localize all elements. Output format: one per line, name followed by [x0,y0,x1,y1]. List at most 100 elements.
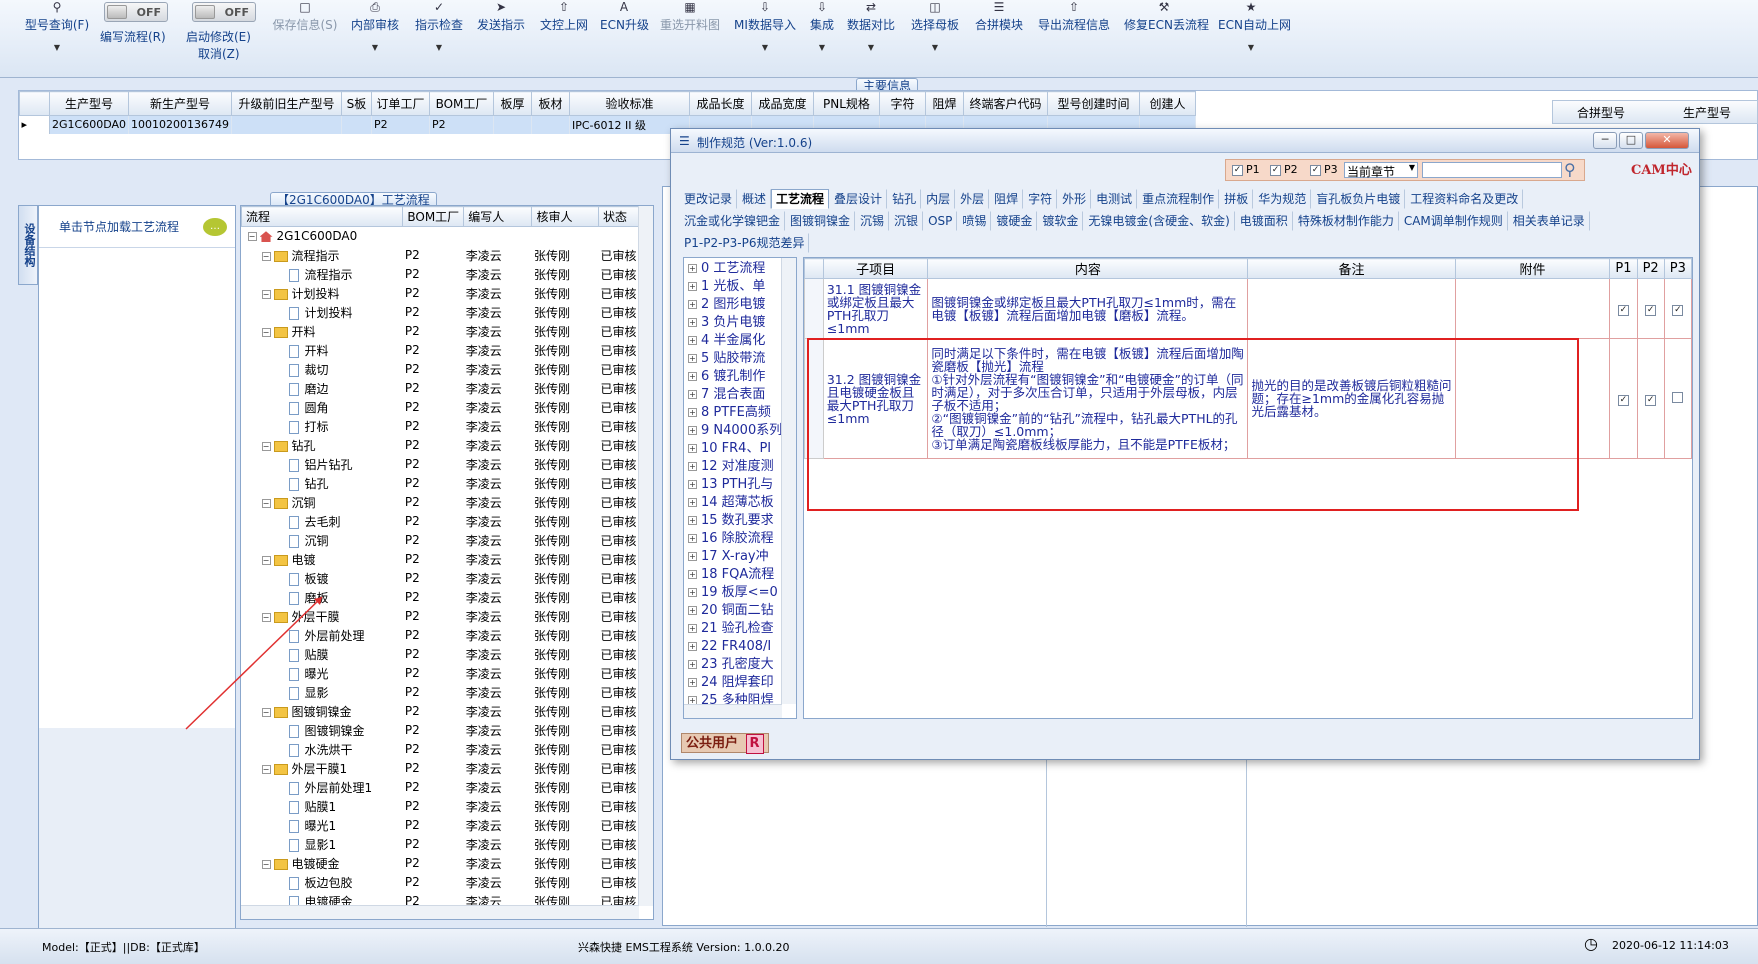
tree-node[interactable]: 流程指示 [242,265,403,284]
tree-node[interactable]: 计划投料 [242,303,403,322]
chapter-hscroll[interactable] [684,704,782,718]
col-content[interactable]: 内容 [927,258,1249,279]
info-col-header[interactable]: 订单工厂 [370,91,430,116]
tree-node[interactable]: 开料 [242,341,403,360]
info-col-header[interactable]: 板材 [530,91,570,116]
search-icon[interactable]: ⚲ [1564,160,1576,179]
p3-checkbox[interactable]: ✓ [1672,305,1684,316]
tree-node[interactable]: − 2G1C600DA0 [242,227,403,246]
tree-row[interactable]: − 钻孔 P2 李凌云 张传刚 已审核 [242,436,639,455]
tab-相关表单记录[interactable]: 相关表单记录 [1508,211,1590,231]
tree-row[interactable]: 铝片钻孔 P2 李凌云 张传刚 已审核 [242,455,639,474]
internal-review-button[interactable]: ⎙ 内部审核 ▼ [350,0,400,66]
tree-node[interactable]: 磨边 [242,379,403,398]
tree-row[interactable]: 贴膜1 P2 李凌云 张传刚 已审核 [242,797,639,816]
info-col-header[interactable]: BOM工厂 [428,91,494,116]
chapter-item[interactable]: +2 图形电镀 [684,296,796,314]
info-col-header[interactable]: 验收标准 [568,91,690,116]
tree-node[interactable]: 钻孔 [242,474,403,493]
expand-icon[interactable]: + [688,318,697,327]
tab-盲孔板负片电镀[interactable]: 盲孔板负片电镀 [1311,189,1406,209]
collapse-icon[interactable]: − [261,859,271,869]
tab-电测试[interactable]: 电测试 [1091,189,1138,209]
p1-filter-checkbox[interactable]: ✓ [1232,165,1243,176]
col-reviewer[interactable]: 核审人 [531,206,599,227]
tree-row[interactable]: 圆角 P2 李凌云 张传刚 已审核 [242,398,639,417]
chapter-item[interactable]: +18 FQA流程 [684,566,796,584]
chapter-item[interactable]: +21 验孔检查 [684,620,796,638]
tab-镀硬金[interactable]: 镀硬金 [991,211,1038,231]
expand-icon[interactable]: + [688,336,697,345]
maximize-button[interactable]: □ [1619,132,1643,149]
ecn-auto-upload-button[interactable]: ★ ECN自动上网 ▼ [1218,0,1291,66]
tab-沉金或化学镍钯金[interactable]: 沉金或化学镍钯金 [679,211,786,231]
expand-icon[interactable]: + [688,660,697,669]
tab-工程资料命名及更改[interactable]: 工程资料命名及更改 [1405,189,1524,209]
tab-镀软金[interactable]: 镀软金 [1037,211,1084,231]
chapter-item[interactable]: +6 镀孔制作 [684,368,796,386]
p1-checkbox[interactable]: ✓ [1617,395,1629,406]
col-status[interactable]: 状态 [597,206,640,227]
ecn-upgrade-button[interactable]: A ECN升级 [600,0,649,66]
tree-row[interactable]: 打标 P2 李凌云 张传刚 已审核 [242,417,639,436]
info-col-header[interactable]: 终端客户代码 [962,91,1048,116]
col-flow[interactable]: 流程 [241,206,404,227]
info-col-header[interactable]: 阻焊 [924,91,964,116]
info-col-header[interactable]: 字符 [878,91,926,116]
send-indicator-button[interactable]: ➤ 发送指示 [476,0,526,66]
tree-node[interactable]: 曝光1 [242,816,403,835]
save-info-button[interactable]: □ 保存信息(S) [270,0,340,66]
collapse-icon[interactable]: − [261,289,271,299]
expand-icon[interactable]: + [688,390,697,399]
chapter-item[interactable]: +14 超薄芯板 [684,494,796,512]
expand-icon[interactable]: + [688,624,697,633]
chapter-item[interactable]: +4 半金属化 [684,332,796,350]
tab-无镍电镀金(含硬金、软金)[interactable]: 无镍电镀金(含硬金、软金) [1083,211,1235,231]
p3-filter-checkbox[interactable]: ✓ [1310,165,1321,176]
tab-CAM调单制作规则[interactable]: CAM调单制作规则 [1399,211,1508,231]
info-col-header[interactable]: 生产型号 [49,91,129,116]
merge-module-button[interactable]: ☰ 合拼模块 [974,0,1024,66]
col-p3[interactable]: P3 [1663,258,1692,279]
p1-checkbox[interactable]: ✓ [1617,305,1629,316]
p2-checkbox[interactable]: ✓ [1645,395,1657,406]
tab-图镀铜镍金[interactable]: 图镀铜镍金 [785,211,856,231]
tab-叠层设计[interactable]: 叠层设计 [829,189,888,209]
info-col-header[interactable]: 升级前旧生产型号 [230,91,342,116]
p3-checkbox[interactable] [1672,392,1684,403]
tree-node[interactable]: 打标 [242,417,403,436]
col-bom-factory[interactable]: BOM工厂 [402,206,465,227]
p2-checkbox[interactable]: ✓ [1645,305,1657,316]
tree-row[interactable]: − 计划投料 P2 李凌云 张传刚 已审核 [242,284,639,303]
expand-icon[interactable]: + [688,642,697,651]
tree-row[interactable]: − 外层干膜1 P2 李凌云 张传刚 已审核 [242,759,639,778]
collapse-icon[interactable]: − [261,498,271,508]
tree-row[interactable]: 去毛刺 P2 李凌云 张传刚 已审核 [242,512,639,531]
tree-node[interactable]: − 流程指示 [242,246,403,265]
tab-特殊板材制作能力[interactable]: 特殊板材制作能力 [1293,211,1399,231]
chapter-item[interactable]: +13 PTH孔与 [684,476,796,494]
expand-icon[interactable]: + [688,264,697,273]
tree-row[interactable]: − 电镀硬金 P2 李凌云 张传刚 已审核 [242,854,639,873]
chapter-item[interactable]: +16 除胶流程 [684,530,796,548]
select-template-button[interactable]: ◫ 选择母板 ▼ [910,0,960,66]
minimize-button[interactable]: ─ [1593,132,1617,149]
col-p1[interactable]: P1 [1609,258,1638,279]
doc-upload-button[interactable]: ⇧ 文控上网 [538,0,590,66]
search-input[interactable] [1422,162,1562,178]
edit-flow-toggle[interactable]: OFF [104,2,168,22]
expand-icon[interactable]: + [688,372,697,381]
scope-select[interactable]: 当前章节 ▼ [1344,162,1418,179]
tree-row[interactable]: 板边包胶 P2 李凌云 张传刚 已审核 [242,873,639,892]
tree-row[interactable]: − 流程指示 P2 李凌云 张传刚 已审核 [242,246,639,265]
collapse-icon[interactable]: − [261,555,271,565]
tree-node[interactable]: 沉铜 [242,531,403,550]
tree-row[interactable]: 开料 P2 李凌云 张传刚 已审核 [242,341,639,360]
tree-row[interactable]: 显影1 P2 李凌云 张传刚 已审核 [242,835,639,854]
chapter-item[interactable]: +19 板厚<=0 [684,584,796,602]
vertical-tab-equipment[interactable]: 设备结构 [18,205,38,285]
tree-row[interactable]: 外层前处理1 P2 李凌云 张传刚 已审核 [242,778,639,797]
tab-OSP[interactable]: OSP [923,211,958,231]
chapter-item[interactable]: +7 混合表面 [684,386,796,404]
tree-row[interactable]: 磨边 P2 李凌云 张传刚 已审核 [242,379,639,398]
